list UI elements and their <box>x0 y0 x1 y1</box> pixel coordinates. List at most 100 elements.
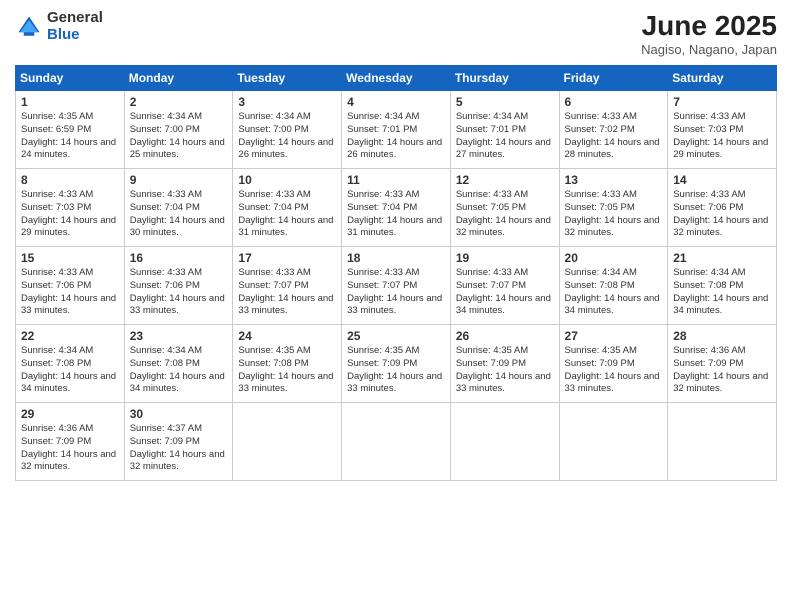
day-number: 16 <box>130 251 228 265</box>
sunset-text: Sunset: 7:09 PM <box>565 358 635 369</box>
table-row: 9 Sunrise: 4:33 AM Sunset: 7:04 PM Dayli… <box>124 169 233 247</box>
sunrise-text: Sunrise: 4:34 AM <box>130 345 202 356</box>
sunrise-text: Sunrise: 4:34 AM <box>565 267 637 278</box>
sunset-text: Sunset: 7:02 PM <box>565 124 635 135</box>
daylight-text: Daylight: 14 hours and 32 minutes. <box>456 215 551 239</box>
day-info: Sunrise: 4:34 AM Sunset: 7:00 PM Dayligh… <box>130 111 228 162</box>
table-row: 22 Sunrise: 4:34 AM Sunset: 7:08 PM Dayl… <box>16 325 125 403</box>
sunset-text: Sunset: 7:08 PM <box>238 358 308 369</box>
day-info: Sunrise: 4:33 AM Sunset: 7:02 PM Dayligh… <box>565 111 663 162</box>
day-number: 11 <box>347 173 445 187</box>
day-number: 24 <box>238 329 336 343</box>
sunset-text: Sunset: 7:04 PM <box>238 202 308 213</box>
sunset-text: Sunset: 7:01 PM <box>347 124 417 135</box>
sunset-text: Sunset: 7:03 PM <box>21 202 91 213</box>
sunset-text: Sunset: 7:01 PM <box>456 124 526 135</box>
daylight-text: Daylight: 14 hours and 33 minutes. <box>21 293 116 317</box>
col-sunday: Sunday <box>16 66 125 91</box>
sunset-text: Sunset: 7:06 PM <box>21 280 91 291</box>
daylight-text: Daylight: 14 hours and 32 minutes. <box>21 449 116 473</box>
table-row: 21 Sunrise: 4:34 AM Sunset: 7:08 PM Dayl… <box>668 247 777 325</box>
day-number: 15 <box>21 251 119 265</box>
day-info: Sunrise: 4:33 AM Sunset: 7:07 PM Dayligh… <box>238 267 336 318</box>
sunset-text: Sunset: 7:08 PM <box>565 280 635 291</box>
day-number: 18 <box>347 251 445 265</box>
day-number: 10 <box>238 173 336 187</box>
sunset-text: Sunset: 7:07 PM <box>347 280 417 291</box>
sunrise-text: Sunrise: 4:34 AM <box>21 345 93 356</box>
day-number: 6 <box>565 95 663 109</box>
day-info: Sunrise: 4:33 AM Sunset: 7:03 PM Dayligh… <box>21 189 119 240</box>
table-row: 15 Sunrise: 4:33 AM Sunset: 7:06 PM Dayl… <box>16 247 125 325</box>
table-row: 12 Sunrise: 4:33 AM Sunset: 7:05 PM Dayl… <box>450 169 559 247</box>
col-wednesday: Wednesday <box>342 66 451 91</box>
logo-blue-text: Blue <box>47 26 80 43</box>
table-row: 3 Sunrise: 4:34 AM Sunset: 7:00 PM Dayli… <box>233 91 342 169</box>
day-info: Sunrise: 4:33 AM Sunset: 7:04 PM Dayligh… <box>347 189 445 240</box>
day-number: 28 <box>673 329 771 343</box>
day-number: 4 <box>347 95 445 109</box>
day-info: Sunrise: 4:33 AM Sunset: 7:05 PM Dayligh… <box>565 189 663 240</box>
day-info: Sunrise: 4:34 AM Sunset: 7:00 PM Dayligh… <box>238 111 336 162</box>
daylight-text: Daylight: 14 hours and 33 minutes. <box>130 293 225 317</box>
sunset-text: Sunset: 7:00 PM <box>238 124 308 135</box>
sunrise-text: Sunrise: 4:35 AM <box>456 345 528 356</box>
table-row: 8 Sunrise: 4:33 AM Sunset: 7:03 PM Dayli… <box>16 169 125 247</box>
sunrise-text: Sunrise: 4:33 AM <box>565 189 637 200</box>
sunrise-text: Sunrise: 4:36 AM <box>673 345 745 356</box>
calendar-row: 8 Sunrise: 4:33 AM Sunset: 7:03 PM Dayli… <box>16 169 777 247</box>
day-number: 8 <box>21 173 119 187</box>
daylight-text: Daylight: 14 hours and 27 minutes. <box>456 137 551 161</box>
table-row <box>668 403 777 481</box>
day-info: Sunrise: 4:34 AM Sunset: 7:01 PM Dayligh… <box>347 111 445 162</box>
sunset-text: Sunset: 7:09 PM <box>130 436 200 447</box>
sunrise-text: Sunrise: 4:34 AM <box>456 111 528 122</box>
table-row: 11 Sunrise: 4:33 AM Sunset: 7:04 PM Dayl… <box>342 169 451 247</box>
table-row: 23 Sunrise: 4:34 AM Sunset: 7:08 PM Dayl… <box>124 325 233 403</box>
day-info: Sunrise: 4:37 AM Sunset: 7:09 PM Dayligh… <box>130 423 228 474</box>
title-block: June 2025 Nagiso, Nagano, Japan <box>641 10 777 57</box>
sunset-text: Sunset: 7:09 PM <box>21 436 91 447</box>
daylight-text: Daylight: 14 hours and 33 minutes. <box>347 371 442 395</box>
col-thursday: Thursday <box>450 66 559 91</box>
day-info: Sunrise: 4:34 AM Sunset: 7:08 PM Dayligh… <box>565 267 663 318</box>
col-saturday: Saturday <box>668 66 777 91</box>
location: Nagiso, Nagano, Japan <box>641 42 777 57</box>
sunrise-text: Sunrise: 4:33 AM <box>21 189 93 200</box>
header: General Blue June 2025 Nagiso, Nagano, J… <box>15 10 777 57</box>
sunrise-text: Sunrise: 4:33 AM <box>565 111 637 122</box>
table-row <box>450 403 559 481</box>
table-row: 29 Sunrise: 4:36 AM Sunset: 7:09 PM Dayl… <box>16 403 125 481</box>
sunset-text: Sunset: 7:09 PM <box>673 358 743 369</box>
page: General Blue June 2025 Nagiso, Nagano, J… <box>0 0 792 612</box>
daylight-text: Daylight: 14 hours and 31 minutes. <box>347 215 442 239</box>
sunrise-text: Sunrise: 4:34 AM <box>673 267 745 278</box>
sunrise-text: Sunrise: 4:33 AM <box>130 267 202 278</box>
sunrise-text: Sunrise: 4:33 AM <box>347 189 419 200</box>
day-number: 29 <box>21 407 119 421</box>
sunset-text: Sunset: 7:05 PM <box>456 202 526 213</box>
table-row: 19 Sunrise: 4:33 AM Sunset: 7:07 PM Dayl… <box>450 247 559 325</box>
sunset-text: Sunset: 7:04 PM <box>130 202 200 213</box>
col-friday: Friday <box>559 66 668 91</box>
daylight-text: Daylight: 14 hours and 32 minutes. <box>673 371 768 395</box>
table-row <box>233 403 342 481</box>
table-row: 24 Sunrise: 4:35 AM Sunset: 7:08 PM Dayl… <box>233 325 342 403</box>
day-info: Sunrise: 4:33 AM Sunset: 7:06 PM Dayligh… <box>130 267 228 318</box>
table-row: 4 Sunrise: 4:34 AM Sunset: 7:01 PM Dayli… <box>342 91 451 169</box>
table-row <box>342 403 451 481</box>
table-row: 30 Sunrise: 4:37 AM Sunset: 7:09 PM Dayl… <box>124 403 233 481</box>
sunrise-text: Sunrise: 4:33 AM <box>238 267 310 278</box>
sunrise-text: Sunrise: 4:35 AM <box>21 111 93 122</box>
daylight-text: Daylight: 14 hours and 24 minutes. <box>21 137 116 161</box>
day-info: Sunrise: 4:34 AM Sunset: 7:08 PM Dayligh… <box>673 267 771 318</box>
day-info: Sunrise: 4:35 AM Sunset: 7:09 PM Dayligh… <box>347 345 445 396</box>
day-info: Sunrise: 4:33 AM Sunset: 7:07 PM Dayligh… <box>456 267 554 318</box>
col-tuesday: Tuesday <box>233 66 342 91</box>
table-row: 7 Sunrise: 4:33 AM Sunset: 7:03 PM Dayli… <box>668 91 777 169</box>
table-row: 20 Sunrise: 4:34 AM Sunset: 7:08 PM Dayl… <box>559 247 668 325</box>
day-info: Sunrise: 4:33 AM Sunset: 7:07 PM Dayligh… <box>347 267 445 318</box>
daylight-text: Daylight: 14 hours and 29 minutes. <box>673 137 768 161</box>
table-row: 27 Sunrise: 4:35 AM Sunset: 7:09 PM Dayl… <box>559 325 668 403</box>
daylight-text: Daylight: 14 hours and 32 minutes. <box>565 215 660 239</box>
